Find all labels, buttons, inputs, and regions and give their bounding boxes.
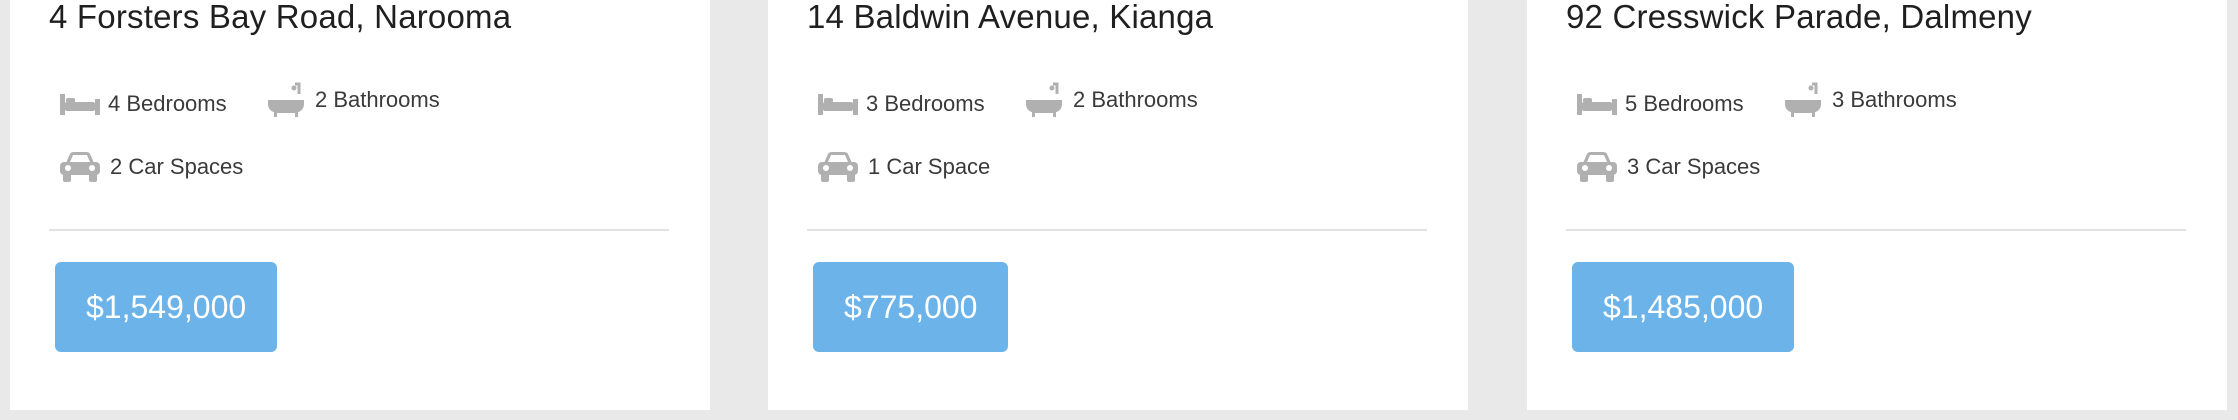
car-spaces-feature: 3 Car Spaces: [1575, 151, 1760, 183]
bed-icon: [818, 93, 858, 115]
bathrooms-feature: 2 Bathrooms: [265, 82, 440, 118]
bedrooms-feature: 5 Bedrooms: [1577, 91, 1744, 117]
bathtub-icon: [1782, 82, 1824, 118]
price-button[interactable]: $775,000: [813, 262, 1009, 352]
price-button[interactable]: $1,485,000: [1572, 262, 1795, 352]
bathtub-icon: [265, 82, 307, 118]
divider: [1566, 229, 2186, 231]
bedrooms-label: 4 Bedrooms: [108, 91, 227, 116]
bathrooms-label: 2 Bathrooms: [1073, 87, 1198, 112]
bathtub-icon: [1023, 82, 1065, 118]
bedrooms-label: 5 Bedrooms: [1625, 91, 1744, 116]
car-spaces-feature: 2 Car Spaces: [58, 151, 243, 183]
car-icon: [58, 151, 102, 183]
listing-card[interactable]: 14 Baldwin Avenue, Kianga 3 Bedrooms 2 B…: [768, 0, 1468, 410]
bathrooms-feature: 3 Bathrooms: [1782, 82, 1957, 118]
listing-address[interactable]: 92 Cresswick Parade, Dalmeny: [1566, 0, 2032, 36]
bedrooms-feature: 3 Bedrooms: [818, 91, 985, 117]
bed-icon: [60, 93, 100, 115]
bathrooms-feature: 2 Bathrooms: [1023, 82, 1198, 118]
car-spaces-feature: 1 Car Space: [816, 151, 990, 183]
bed-icon: [1577, 93, 1617, 115]
divider: [807, 229, 1427, 231]
bedrooms-label: 3 Bedrooms: [866, 91, 985, 116]
car-icon: [816, 151, 860, 183]
price-button[interactable]: $1,549,000: [55, 262, 278, 352]
bathrooms-label: 2 Bathrooms: [315, 87, 440, 112]
car-spaces-label: 2 Car Spaces: [110, 154, 244, 179]
divider: [49, 229, 669, 231]
car-icon: [1575, 151, 1619, 183]
bedrooms-feature: 4 Bedrooms: [60, 91, 227, 117]
listing-card[interactable]: 4 Forsters Bay Road, Narooma 4 Bedrooms …: [10, 0, 710, 410]
listing-address[interactable]: 4 Forsters Bay Road, Narooma: [49, 0, 511, 36]
car-spaces-label: 3 Car Spaces: [1627, 154, 1761, 179]
car-spaces-label: 1 Car Space: [868, 154, 991, 179]
listing-card[interactable]: 92 Cresswick Parade, Dalmeny 5 Bedrooms …: [1527, 0, 2227, 410]
bathrooms-label: 3 Bathrooms: [1832, 87, 1957, 112]
listing-address[interactable]: 14 Baldwin Avenue, Kianga: [807, 0, 1213, 36]
